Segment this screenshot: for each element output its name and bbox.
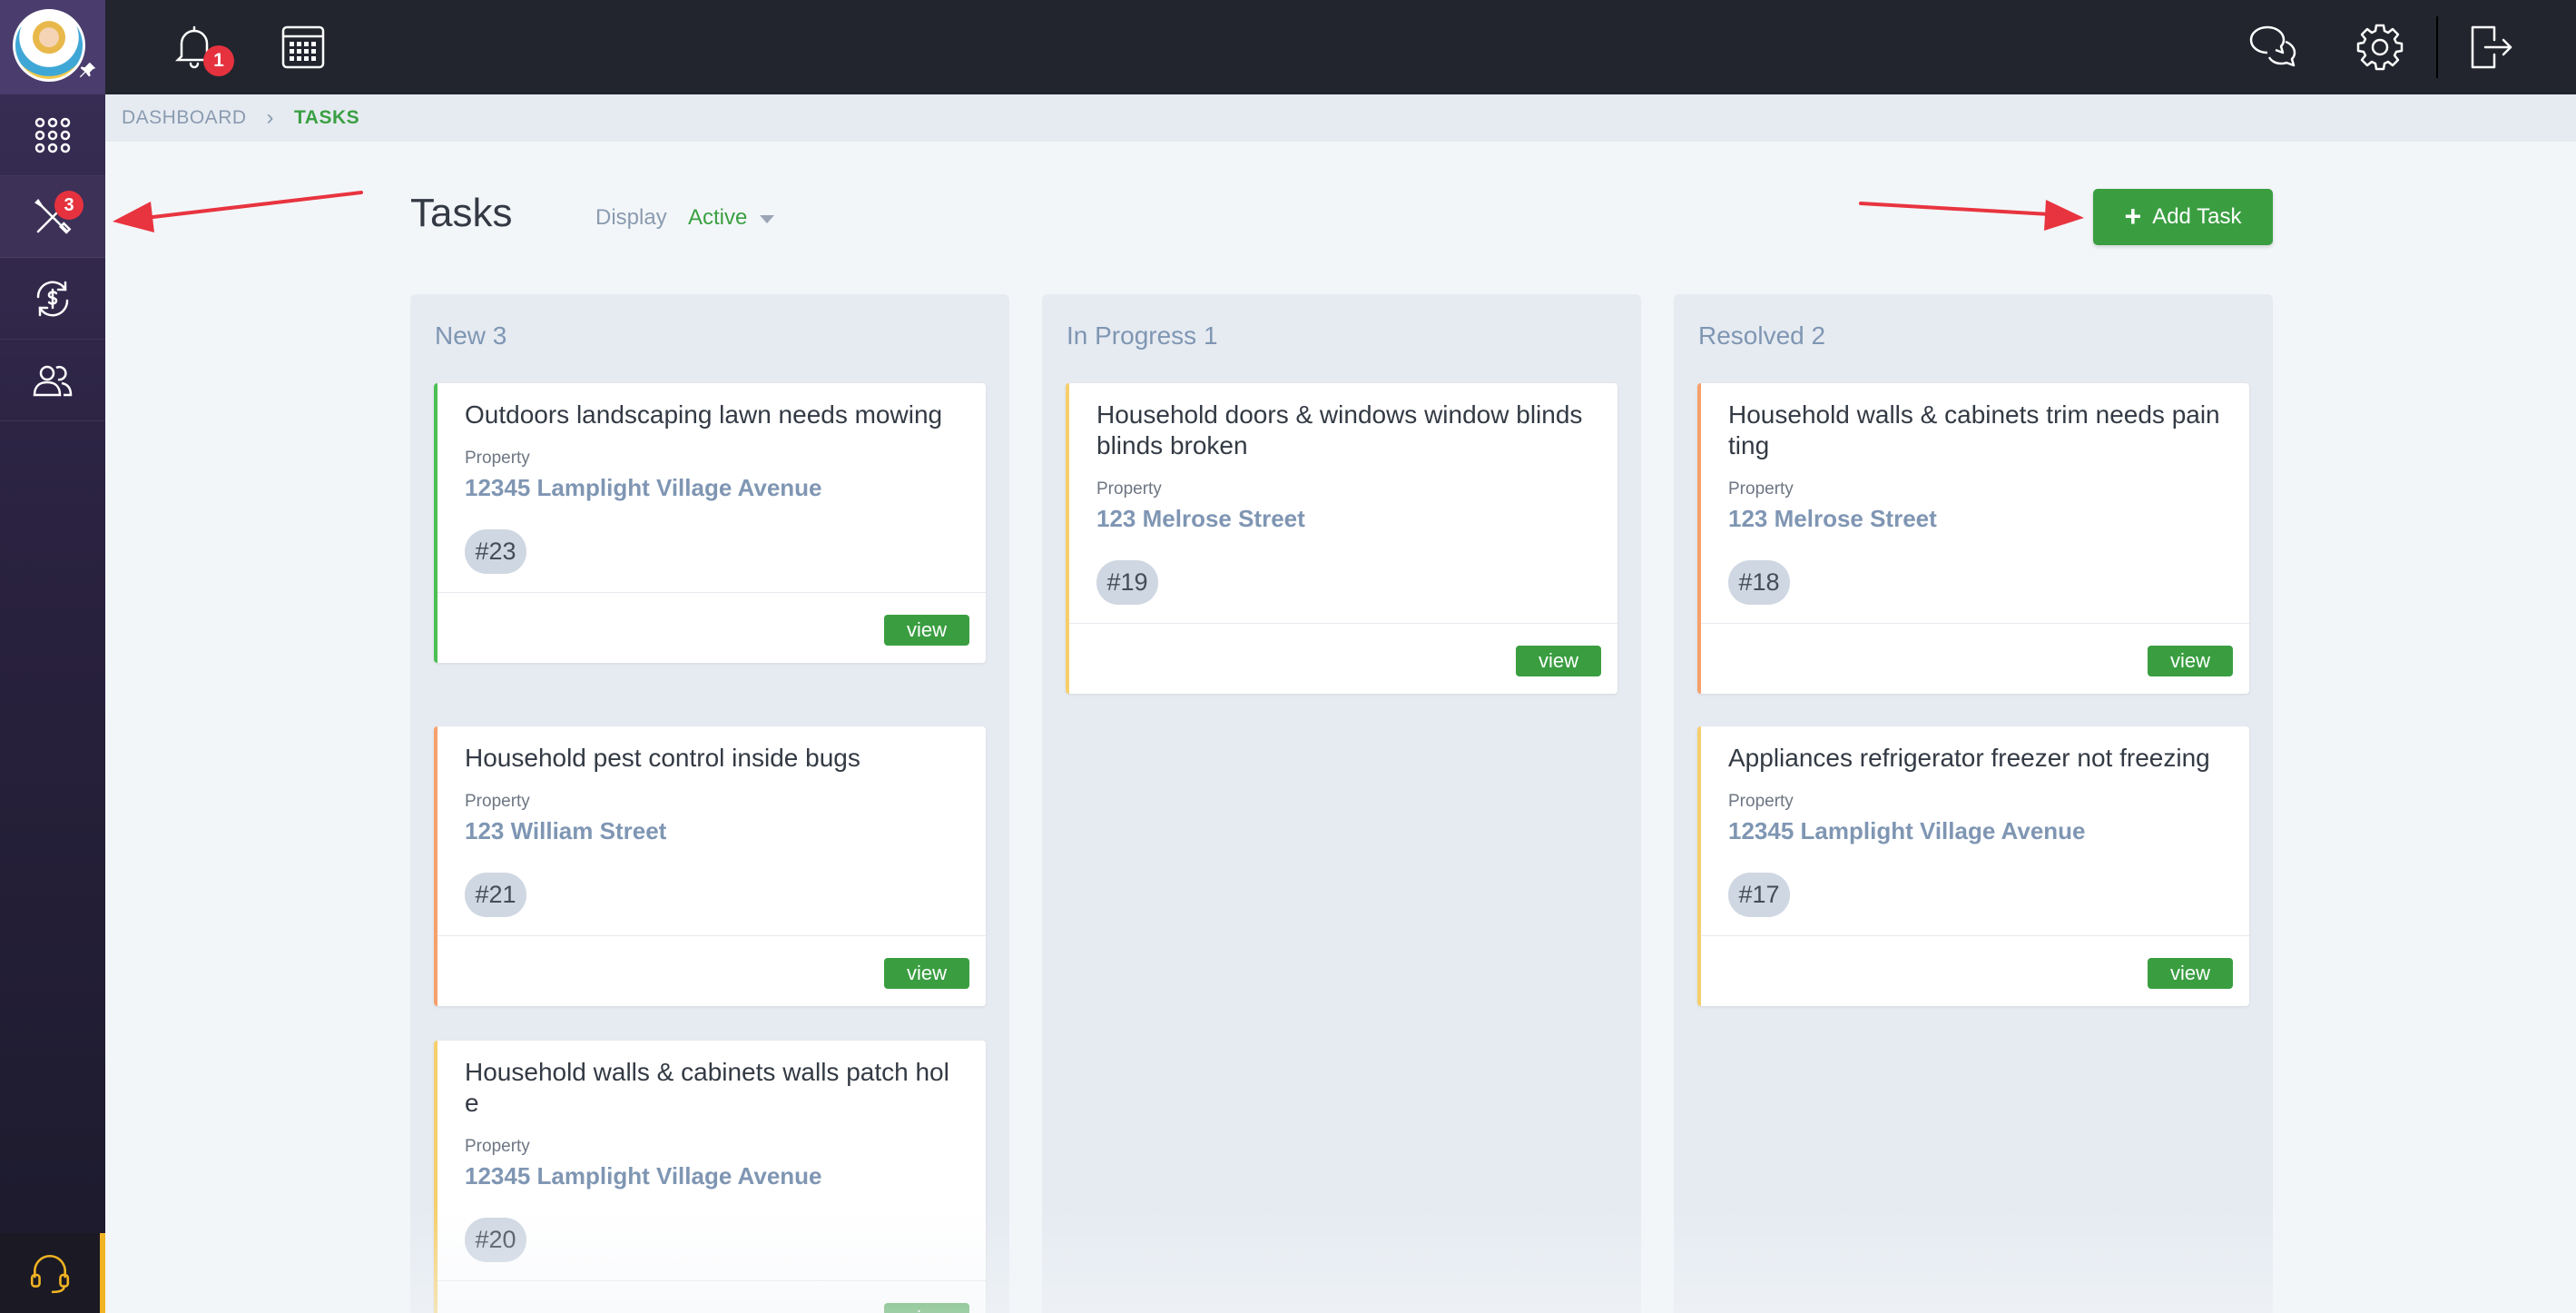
column-in-progress: In Progress 1 Household doors & windows … <box>1042 294 1641 1313</box>
support-button[interactable] <box>0 1233 105 1313</box>
chat-button[interactable] <box>2247 22 2298 73</box>
chat-icon <box>2249 25 2296 67</box>
view-button[interactable]: view <box>2148 958 2233 989</box>
task-id-badge: #17 <box>1728 873 1790 917</box>
task-card[interactable]: Household pest control inside bugs Prope… <box>434 726 986 1006</box>
logout-button[interactable] <box>2465 22 2516 73</box>
task-id-badge: #21 <box>465 873 526 917</box>
task-title: Household walls & cabinets trim needs pa… <box>1728 400 2220 459</box>
card-footer: view <box>1701 935 2249 1006</box>
column-title: New 3 <box>435 321 507 350</box>
notifications-badge: 1 <box>203 45 234 76</box>
property-link[interactable]: 123 William Street <box>465 817 959 845</box>
display-label: Display <box>595 205 667 230</box>
task-card[interactable]: Household doors & windows window blinds … <box>1066 383 1617 694</box>
headset-icon <box>30 1254 70 1294</box>
task-card[interactable]: Household walls & cabinets walls patch h… <box>434 1041 986 1313</box>
property-label: Property <box>465 449 530 468</box>
property-link[interactable]: 12345 Lamplight Village Avenue <box>1728 817 2222 845</box>
task-id-badge: #18 <box>1728 560 1790 605</box>
plus-icon: + <box>2124 199 2142 232</box>
calendar-icon <box>281 25 325 69</box>
card-footer: view <box>438 935 986 1006</box>
sidebar-item-apps[interactable] <box>0 94 105 176</box>
view-button[interactable]: view <box>1516 646 1601 676</box>
task-card[interactable]: Appliances refrigerator freezer not free… <box>1697 726 2249 1006</box>
property-label: Property <box>465 1137 530 1156</box>
caret-down-icon <box>760 214 775 223</box>
display-filter-value: Active <box>688 205 748 230</box>
property-label: Property <box>465 792 530 811</box>
grid-dots-icon <box>34 117 71 153</box>
card-footer: view <box>438 592 986 663</box>
task-title: Household doors & windows window blinds … <box>1096 400 1583 459</box>
chevron-right-icon: › <box>266 105 275 130</box>
dollar-cycle-icon <box>36 281 69 316</box>
task-id-badge: #23 <box>465 529 526 574</box>
sidebar-item-contacts[interactable] <box>0 340 105 421</box>
property-link[interactable]: 123 Melrose Street <box>1096 505 1590 533</box>
annotation-arrow-add-task <box>1859 200 2084 231</box>
breadcrumb-current: TASKS <box>294 107 360 128</box>
property-link[interactable]: 12345 Lamplight Village Avenue <box>465 1162 959 1190</box>
property-label: Property <box>1728 479 1794 499</box>
task-title: Household pest control inside bugs <box>465 744 860 772</box>
calendar-button[interactable] <box>278 22 329 73</box>
view-button[interactable]: view <box>884 1303 969 1313</box>
display-filter-dropdown[interactable]: Active <box>688 205 775 231</box>
card-footer: view <box>1701 623 2249 694</box>
property-link[interactable]: 123 Melrose Street <box>1728 505 2222 533</box>
column-resolved: Resolved 2 Household walls & cabinets tr… <box>1674 294 2273 1313</box>
task-title: Outdoors landscaping lawn needs mowing <box>465 400 943 429</box>
settings-button[interactable] <box>2355 22 2405 73</box>
task-title: Household walls & cabinets walls patch h… <box>465 1058 949 1117</box>
breadcrumb-dashboard[interactable]: DASHBOARD <box>122 107 247 129</box>
tasks-badge: 3 <box>54 191 84 220</box>
sidebar-item-payments[interactable] <box>0 258 105 340</box>
users-icon <box>33 365 73 396</box>
top-bar: 1 <box>105 0 2576 94</box>
task-card[interactable]: Outdoors landscaping lawn needs mowing P… <box>434 383 986 663</box>
breadcrumb: DASHBOARD › TASKS <box>105 94 2576 142</box>
task-id-badge: #19 <box>1096 560 1158 605</box>
annotation-arrow-sidebar <box>113 191 363 232</box>
page-title: Tasks <box>410 191 513 235</box>
task-title: Appliances refrigerator freezer not free… <box>1728 744 2210 772</box>
logout-icon <box>2471 25 2512 69</box>
view-button[interactable]: view <box>2148 646 2233 676</box>
column-title: In Progress 1 <box>1067 321 1218 350</box>
pin-icon[interactable] <box>78 60 98 80</box>
sidebar-profile[interactable] <box>0 0 105 94</box>
card-footer: view <box>1069 623 1617 694</box>
view-button[interactable]: view <box>884 615 969 646</box>
add-task-button[interactable]: + Add Task <box>2093 189 2273 245</box>
topbar-divider <box>2436 16 2438 78</box>
column-new: New 3 Outdoors landscaping lawn needs mo… <box>410 294 1009 1313</box>
card-footer: view <box>438 1280 986 1313</box>
view-button[interactable]: view <box>884 958 969 989</box>
column-title: Resolved 2 <box>1698 321 1826 350</box>
gear-icon <box>2356 24 2404 71</box>
add-task-label: Add Task <box>2152 204 2242 229</box>
avatar[interactable] <box>13 9 85 82</box>
task-card[interactable]: Household walls & cabinets trim needs pa… <box>1697 383 2249 694</box>
sidebar: 3 <box>0 0 105 1313</box>
property-label: Property <box>1096 479 1162 499</box>
property-label: Property <box>1728 792 1794 811</box>
task-id-badge: #20 <box>465 1218 526 1262</box>
sidebar-item-tasks[interactable]: 3 <box>0 176 105 258</box>
property-link[interactable]: 12345 Lamplight Village Avenue <box>465 474 959 502</box>
